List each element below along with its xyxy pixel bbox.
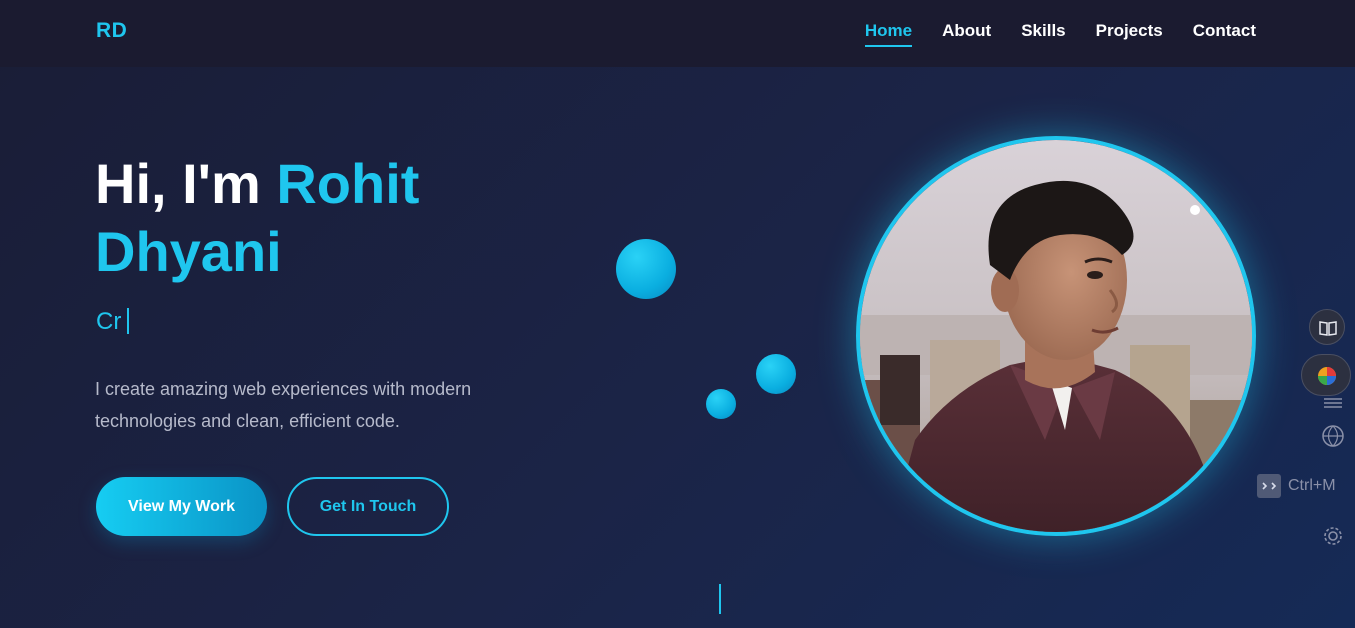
book-icon (1319, 321, 1337, 336)
hero-description: I create amazing web experiences with mo… (95, 379, 472, 431)
gear-icon[interactable] (1322, 525, 1344, 547)
list-icon[interactable] (1322, 396, 1344, 408)
book-icon-button[interactable] (1309, 309, 1345, 345)
hero-last-name: Dhyani (95, 220, 282, 283)
navbar: RD Home About Skills Projects Contact (0, 0, 1355, 67)
color-wheel-icon (1318, 367, 1336, 385)
nav-link-projects[interactable]: Projects (1096, 21, 1163, 47)
get-in-touch-button[interactable]: Get In Touch (287, 477, 449, 536)
decorative-orb-small (706, 389, 736, 419)
decorative-orb-medium (756, 354, 796, 394)
shortcut-label: Ctrl+M (1288, 477, 1336, 494)
hero-first-name: Rohit (276, 152, 420, 215)
nav-link-about[interactable]: About (942, 21, 991, 47)
nav-links: Home About Skills Projects Contact (864, 21, 1256, 47)
terminal-icon[interactable] (1257, 474, 1281, 498)
typing-caret (127, 308, 130, 334)
hero-greeting: Hi, I'm (95, 152, 261, 215)
view-my-work-button[interactable]: View My Work (96, 477, 267, 536)
nav-link-contact[interactable]: Contact (1193, 21, 1256, 47)
www-globe-icon[interactable] (1321, 424, 1345, 448)
color-wheel-icon-button[interactable] (1301, 354, 1351, 396)
profile-photo-illustration (860, 140, 1252, 532)
typed-role-text: Cr (96, 308, 130, 336)
decorative-orb-large (616, 239, 676, 299)
nav-link-skills[interactable]: Skills (1021, 21, 1065, 47)
typed-text: Cr (96, 308, 122, 335)
nav-link-home[interactable]: Home (864, 21, 913, 47)
logo[interactable]: RD (96, 19, 127, 43)
hero-title: Hi, I'm Rohit Dhyani (95, 150, 419, 286)
scroll-indicator (719, 584, 721, 614)
profile-photo (856, 136, 1256, 536)
